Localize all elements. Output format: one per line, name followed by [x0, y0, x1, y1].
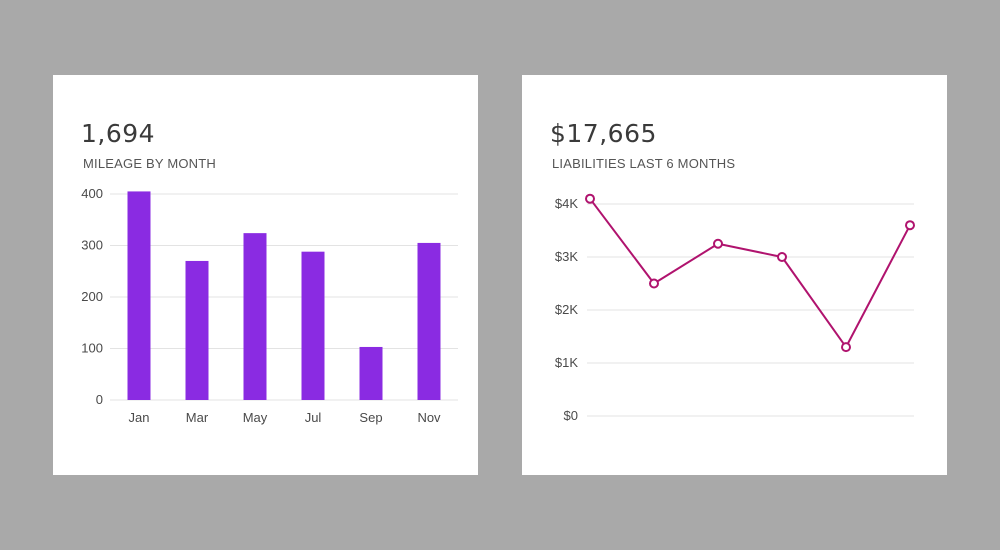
x-tick-label: Sep	[359, 410, 382, 425]
x-tick-label: Nov	[417, 410, 441, 425]
bar-nov	[417, 242, 441, 400]
liabilities-card: $17,665 LIABILITIES LAST 6 MONTHS $0 $1K $…	[522, 75, 947, 475]
liabilities-line-chart: $0 $1K $2K $3K $4K	[555, 193, 915, 423]
y-tick-label: $1K	[555, 355, 578, 370]
x-tick-label: Jul	[305, 410, 322, 425]
x-tick-label: Jan	[129, 410, 150, 425]
y-tick-label: 200	[81, 289, 103, 304]
y-tick-label: $4K	[555, 196, 578, 211]
y-tick-label: $3K	[555, 249, 578, 264]
y-tick-label: 400	[81, 186, 103, 201]
y-tick-label: 0	[96, 392, 103, 407]
y-tick-label: $0	[564, 408, 578, 423]
mileage-card: 1,694 MILEAGE BY MONTH 0 100 200 300 400 Jan M…	[53, 75, 478, 475]
data-point-4	[777, 252, 787, 262]
data-point-3	[713, 238, 723, 249]
y-tick-label: $2K	[555, 302, 578, 317]
data-point-5	[841, 342, 851, 353]
bar-sep	[359, 346, 383, 400]
bar-mar	[185, 260, 209, 400]
x-tick-label: Mar	[186, 410, 209, 425]
x-tick-label: May	[243, 410, 268, 425]
liabilities-series-line	[589, 198, 911, 349]
y-tick-label: 300	[81, 238, 103, 253]
bar-may	[243, 233, 267, 400]
data-point-1	[585, 193, 595, 204]
data-point-6	[905, 220, 915, 231]
mileage-bar-chart: 0 100 200 300 400 Jan Mar May Jul Sep Nov	[81, 186, 458, 425]
data-point-2	[649, 278, 659, 289]
bar-jan	[127, 191, 151, 400]
bar-jul	[301, 251, 325, 400]
y-tick-label: 100	[81, 341, 103, 356]
